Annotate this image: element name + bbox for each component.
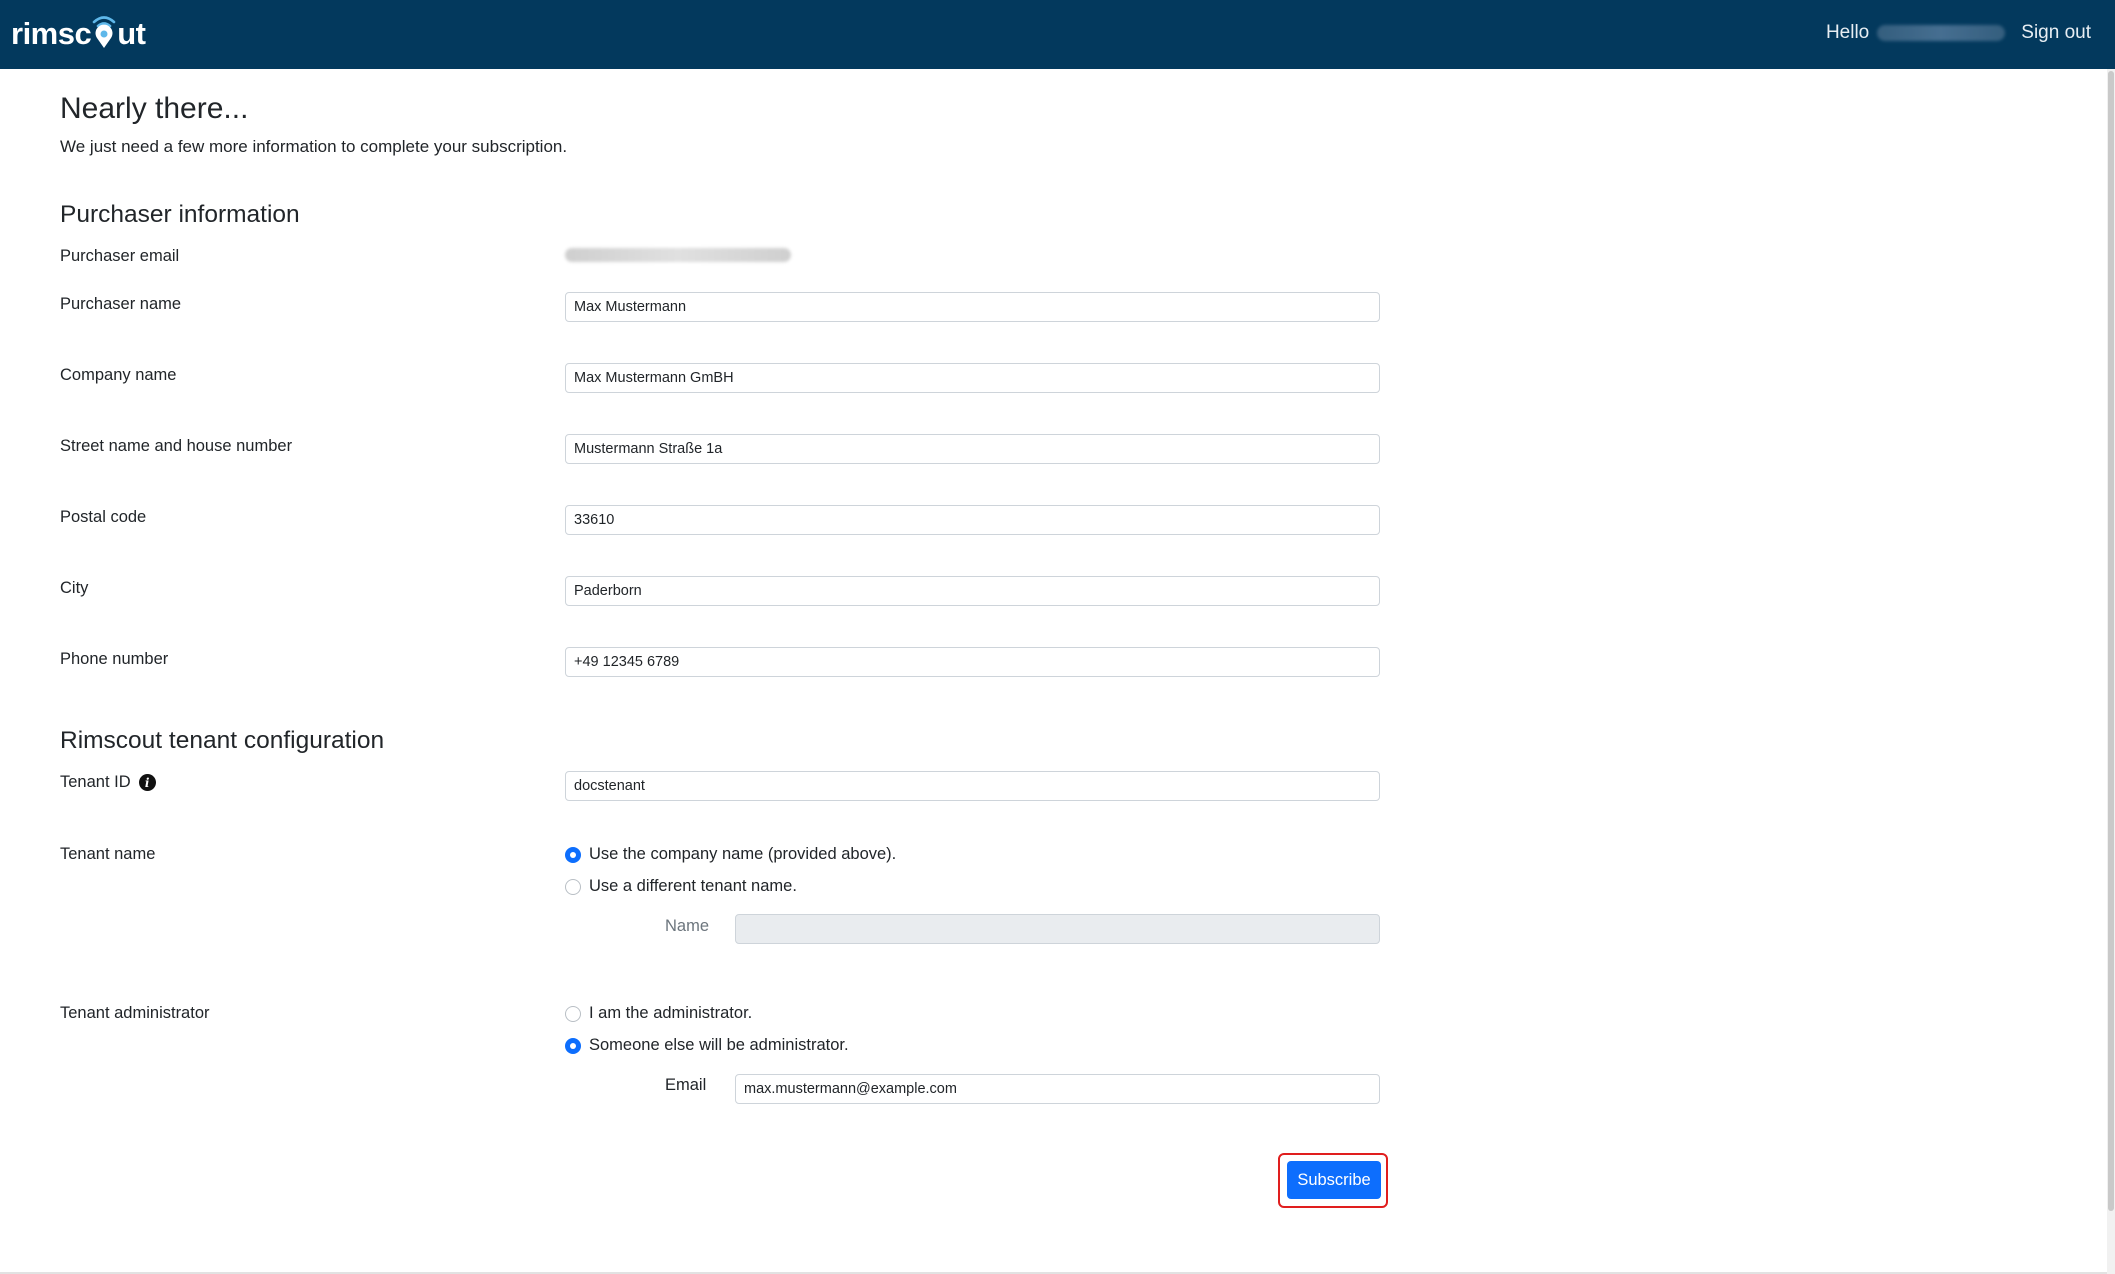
location-pin-icon (91, 16, 117, 50)
radio-unchecked[interactable] (565, 878, 581, 895)
tenant-name-sub-input[interactable] (735, 914, 1380, 944)
tenant-admin-label: Tenant administrator (60, 1004, 210, 1022)
user-menu: Hello Sign out (1826, 22, 2091, 44)
phone-label: Phone number (60, 650, 169, 668)
city-label: City (60, 579, 89, 597)
admin-email-input[interactable] (735, 1074, 1380, 1104)
purchaser-section-heading: Purchaser information (60, 201, 300, 228)
postal-code-input[interactable] (565, 505, 1380, 535)
admin-option-other-label: Someone else will be administrator. (589, 1036, 849, 1054)
street-input[interactable] (565, 434, 1380, 464)
page-title: Nearly there... (60, 92, 249, 125)
admin-email-label: Email (665, 1076, 707, 1094)
radio-checked[interactable] (565, 1037, 581, 1054)
logo-text-end: ut (117, 16, 146, 51)
tenant-id-input[interactable] (565, 771, 1380, 801)
scrollbar-thumb[interactable] (2108, 71, 2114, 1211)
street-label: Street name and house number (60, 437, 293, 455)
logo-text-start: rimsc (11, 16, 92, 51)
purchaser-name-input[interactable] (565, 292, 1380, 322)
blurred-purchaser-email (565, 248, 791, 262)
tenant-id-label: Tenant ID (60, 773, 131, 791)
tenant-name-sub-label: Name (665, 917, 710, 935)
company-name-input[interactable] (565, 363, 1380, 393)
signout-link[interactable]: Sign out (2021, 22, 2091, 44)
subscribe-button[interactable]: Subscribe (1287, 1161, 1381, 1199)
radio-checked[interactable] (565, 846, 581, 863)
admin-option-other[interactable]: Someone else will be administrator. (565, 1036, 849, 1055)
city-input[interactable] (565, 576, 1380, 606)
top-navbar: rimsc ut Hello Sign out (0, 0, 2115, 69)
page-subtitle: We just need a few more information to c… (60, 137, 568, 156)
phone-input[interactable] (565, 647, 1380, 677)
admin-option-self-label: I am the administrator. (589, 1004, 753, 1022)
purchaser-name-label: Purchaser name (60, 295, 182, 313)
tenant-name-option-different-label: Use a different tenant name. (589, 877, 797, 895)
tenant-name-label: Tenant name (60, 845, 156, 863)
tenant-section-heading: Rimscout tenant configuration (60, 727, 385, 754)
tenant-id-label-group: Tenant ID i (60, 773, 156, 792)
greeting-text: Hello (1825, 22, 1870, 43)
info-icon[interactable]: i (138, 774, 156, 791)
tenant-name-option-company-label: Use the company name (provided above). (589, 845, 897, 863)
rimscout-logo[interactable]: rimsc ut (11, 14, 146, 50)
admin-option-self[interactable]: I am the administrator. (565, 1004, 752, 1023)
radio-unchecked[interactable] (565, 1005, 581, 1022)
purchaser-email-label: Purchaser email (60, 247, 180, 265)
company-name-label: Company name (60, 366, 177, 384)
tenant-name-option-company[interactable]: Use the company name (provided above). (565, 845, 896, 864)
tenant-name-option-different[interactable]: Use a different tenant name. (565, 877, 797, 896)
blurred-username (1877, 25, 2006, 41)
postal-code-label: Postal code (60, 508, 147, 526)
